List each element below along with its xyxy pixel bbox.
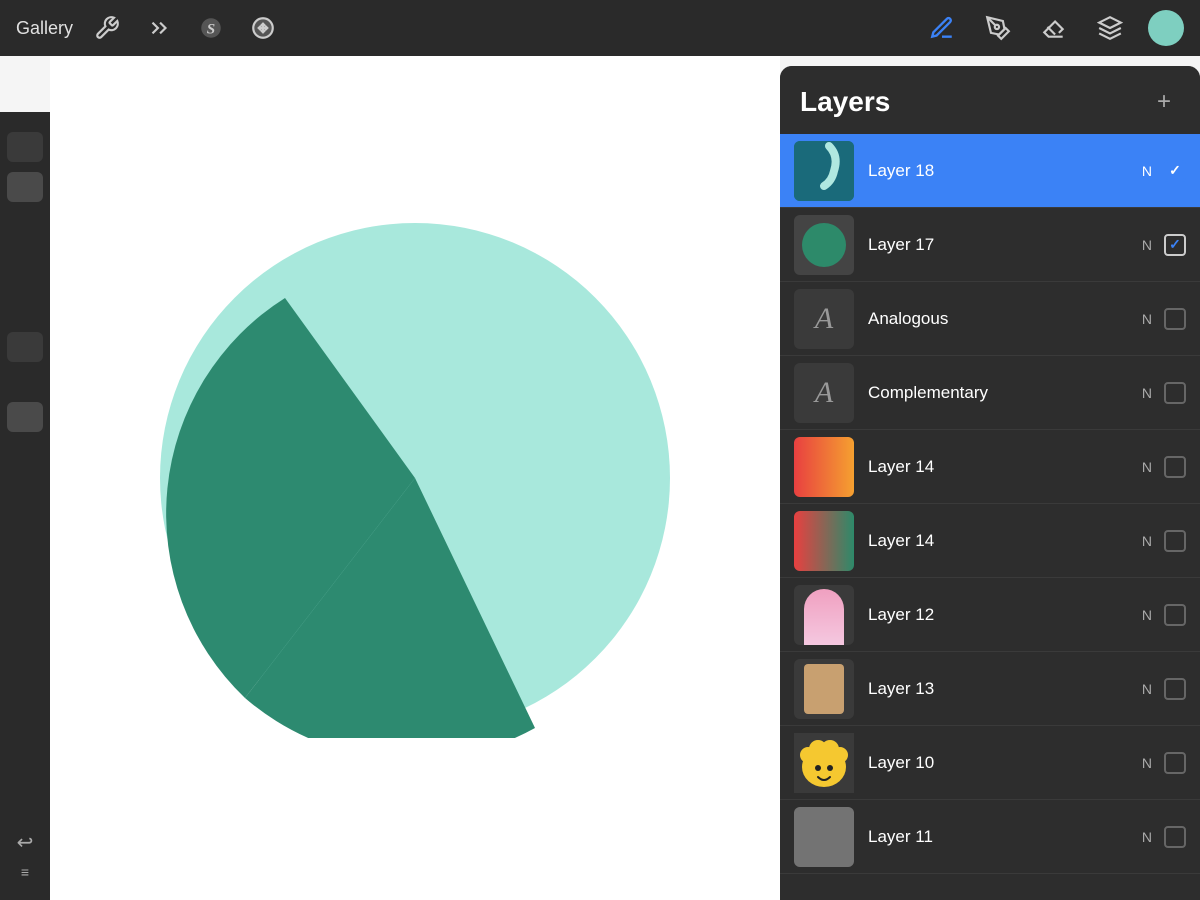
canvas-drawing [50, 56, 780, 900]
layer-item-analogous[interactable]: A Analogous N [780, 282, 1200, 356]
layer-item-layer12[interactable]: Layer 12 N [780, 578, 1200, 652]
layer12-thumbnail [794, 585, 854, 645]
pen-nib-icon[interactable] [980, 10, 1016, 46]
layer14a-thumbnail [794, 437, 854, 497]
complementary-thumbnail: A [794, 363, 854, 423]
layer17-mode: N [1142, 237, 1152, 253]
layer18-name: Layer 18 [868, 161, 934, 180]
layer10-thumbnail [794, 733, 854, 793]
analogous-visibility[interactable] [1164, 308, 1186, 330]
redo-button[interactable]: ≡ [7, 854, 43, 890]
layer14a-thumb-gradient [794, 437, 854, 497]
layer14b-info: Layer 14 [854, 531, 1142, 551]
layer18-mode: N [1142, 163, 1152, 179]
layer18-check: ✓ [1169, 162, 1181, 179]
layer13-name: Layer 13 [868, 679, 934, 698]
layer17-name: Layer 17 [868, 235, 934, 254]
canvas-area: ↩ ≡ Layers + [0, 56, 1200, 900]
layer10-mode: N [1142, 755, 1152, 771]
layer17-visibility[interactable]: ✓ [1164, 234, 1186, 256]
layer10-info: Layer 10 [854, 753, 1142, 773]
svg-text:S: S [207, 20, 215, 37]
analogous-mode: N [1142, 311, 1152, 327]
complementary-mode: N [1142, 385, 1152, 401]
layer12-info: Layer 12 [854, 605, 1142, 625]
layer18-info: Layer 18 [854, 161, 1142, 181]
layer14a-info: Layer 14 [854, 457, 1142, 477]
layer17-info: Layer 17 [854, 235, 1142, 255]
layers-panel: Layers + Layer 18 N ✓ [780, 66, 1200, 900]
layer11-visibility[interactable] [1164, 826, 1186, 848]
layer13-mode: N [1142, 681, 1152, 697]
layer11-name: Layer 11 [868, 827, 933, 846]
layer14a-mode: N [1142, 459, 1152, 475]
complementary-visibility[interactable] [1164, 382, 1186, 404]
opacity-slider[interactable] [7, 402, 43, 432]
layers-title: Layers [800, 86, 890, 118]
layer14a-name: Layer 14 [868, 457, 934, 476]
size-slider[interactable] [7, 332, 43, 362]
layer14a-visibility[interactable] [1164, 456, 1186, 478]
layer13-visibility[interactable] [1164, 678, 1186, 700]
layer-item-complementary[interactable]: A Complementary N [780, 356, 1200, 430]
layer11-mode: N [1142, 829, 1152, 845]
analogous-name: Analogous [868, 309, 948, 328]
complementary-info: Complementary [854, 383, 1142, 403]
gallery-button[interactable]: Gallery [16, 18, 73, 39]
layer11-thumbnail [794, 807, 854, 867]
layer-item-layer18[interactable]: Layer 18 N ✓ [780, 134, 1200, 208]
wrench-icon[interactable] [89, 10, 125, 46]
layer13-thumbnail [794, 659, 854, 719]
layer14b-visibility[interactable] [1164, 530, 1186, 552]
layer14b-name: Layer 14 [868, 531, 934, 550]
layer-item-layer13[interactable]: Layer 13 N [780, 652, 1200, 726]
layer-item-layer14b[interactable]: Layer 14 N [780, 504, 1200, 578]
layer11-info: Layer 11 [854, 827, 1142, 847]
analogous-info: Analogous [854, 309, 1142, 329]
pencil-icon[interactable] [924, 10, 960, 46]
layer18-visibility[interactable]: ✓ [1164, 160, 1186, 182]
layer14b-thumbnail [794, 511, 854, 571]
layer10-visibility[interactable] [1164, 752, 1186, 774]
layer12-visibility[interactable] [1164, 604, 1186, 626]
brush-size-control[interactable] [7, 132, 43, 162]
layer17-thumb-circle [802, 223, 846, 267]
layer-item-layer17[interactable]: Layer 17 N ✓ [780, 208, 1200, 282]
layer17-check: ✓ [1169, 236, 1181, 253]
stylus-icon[interactable]: S [193, 10, 229, 46]
layer13-thumb [804, 664, 844, 714]
adjustments-icon[interactable] [141, 10, 177, 46]
toolbar-right [924, 10, 1184, 46]
layer-item-layer11[interactable]: Layer 11 N [780, 800, 1200, 874]
move-icon[interactable] [245, 10, 281, 46]
eraser-icon[interactable] [1036, 10, 1072, 46]
layer12-name: Layer 12 [868, 605, 934, 624]
layers-list: Layer 18 N ✓ Layer 17 N ✓ [780, 134, 1200, 874]
color-picker-icon[interactable] [1148, 10, 1184, 46]
opacity-control[interactable] [7, 172, 43, 202]
left-sidebar: ↩ ≡ [0, 112, 50, 900]
layers-panel-icon[interactable] [1092, 10, 1128, 46]
layer13-info: Layer 13 [854, 679, 1142, 699]
layer12-mode: N [1142, 607, 1152, 623]
add-layer-button[interactable]: + [1148, 86, 1180, 118]
pie-chart [155, 218, 675, 738]
complementary-name: Complementary [868, 383, 988, 402]
layer-item-layer10[interactable]: Layer 10 N [780, 726, 1200, 800]
panel-arrow [976, 112, 1000, 126]
layer10-name: Layer 10 [868, 753, 934, 772]
layer-item-layer14a[interactable]: Layer 14 N [780, 430, 1200, 504]
layer14b-thumb-gradient [794, 511, 854, 571]
layer12-thumb [804, 589, 844, 645]
layer17-thumbnail [794, 215, 854, 275]
layer11-thumb [794, 807, 854, 867]
toolbar-left: Gallery S [16, 10, 281, 46]
toolbar: Gallery S [0, 0, 1200, 56]
layer18-thumbnail [794, 141, 854, 201]
analogous-thumbnail: A [794, 289, 854, 349]
layer14b-mode: N [1142, 533, 1152, 549]
